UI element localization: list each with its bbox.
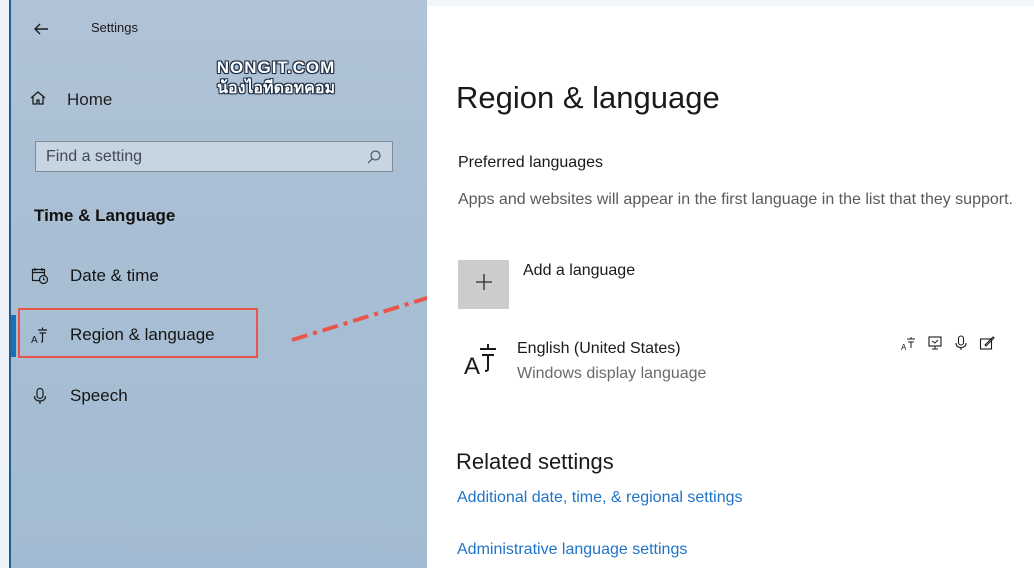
watermark-line1: NONGIT.COM [216,58,336,77]
annotation-highlight-box [18,308,258,358]
speech-icon [953,335,969,351]
main-content: Region & language Preferred languages Ap… [427,0,1034,568]
page-title: Region & language [456,80,720,115]
nav-home-label: Home [67,90,113,109]
section-title: Time & Language [34,206,176,225]
link-additional-date-time-regional[interactable]: Additional date, time, & regional settin… [457,489,743,507]
search-box[interactable] [35,141,393,172]
language-pack-icon: A [901,335,917,352]
language-capabilities: A [901,335,995,352]
language-icon: A [463,338,503,380]
watermark-line2: น้องไอทีดอทคอม [217,80,335,97]
selection-indicator [11,315,16,357]
home-icon [29,89,47,112]
window-left-edge [0,0,9,568]
calendar-clock-icon [29,265,51,287]
language-name[interactable]: English (United States) [517,340,681,358]
plus-icon [474,272,494,297]
content-top-border [427,0,1034,6]
watermark: NONGIT.COM น้องไอทีดอทคอม [181,58,371,100]
search-icon[interactable] [366,149,382,165]
link-administrative-language[interactable]: Administrative language settings [457,541,687,559]
preferred-languages-title: Preferred languages [458,154,603,171]
sidebar-item-speech[interactable]: Speech [29,381,128,411]
language-subtitle: Windows display language [517,365,707,382]
sidebar-item-date-time[interactable]: Date & time [29,261,159,291]
display-icon [927,335,943,351]
nav-home[interactable]: Home [29,86,112,114]
sidebar-item-label: Speech [70,386,128,405]
svg-text:A: A [464,353,480,378]
add-language-button[interactable] [458,260,509,309]
svg-text:A: A [901,343,907,351]
handwriting-icon [979,335,995,351]
microphone-icon [29,385,51,407]
add-language-label[interactable]: Add a language [523,262,635,280]
related-settings-title: Related settings [456,449,614,474]
sidebar-item-label: Date & time [70,266,159,285]
preferred-languages-description: Apps and websites will appear in the fir… [458,191,1013,208]
back-arrow-icon[interactable] [29,17,53,41]
search-input[interactable] [36,142,356,171]
app-title: Settings [91,20,138,35]
